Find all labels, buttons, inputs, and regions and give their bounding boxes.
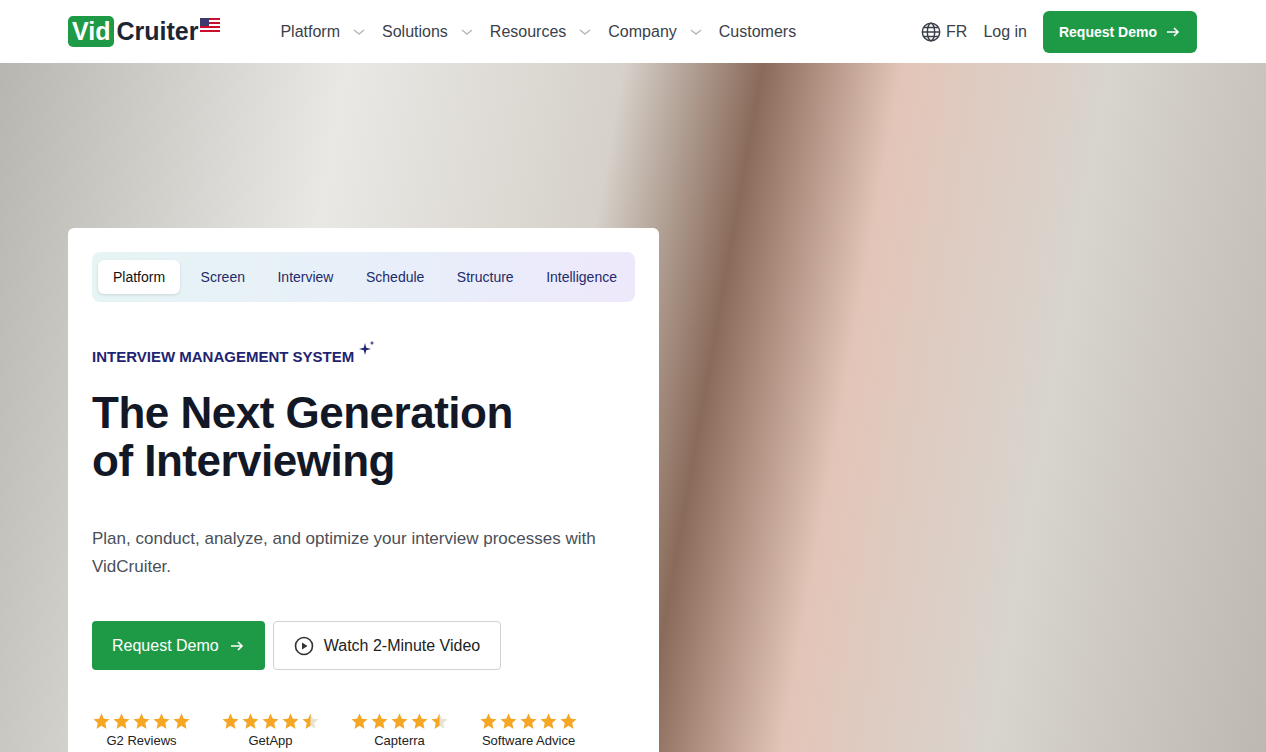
star-icon — [281, 712, 300, 731]
nav-label: Resources — [490, 23, 566, 41]
star-row — [221, 712, 320, 731]
eyebrow: INTERVIEW MANAGEMENT SYSTEM — [92, 340, 635, 365]
rating[interactable]: Software Advice — [479, 712, 578, 748]
star-icon — [519, 712, 538, 731]
logo-text: Cruiter — [116, 16, 198, 47]
us-flag-icon[interactable] — [200, 18, 220, 32]
tab[interactable]: Interview — [265, 260, 345, 294]
sparkle-icon — [358, 340, 376, 358]
nav-label: Customers — [719, 23, 796, 41]
star-icon — [370, 712, 389, 731]
rating[interactable]: G2 Reviews — [92, 712, 191, 748]
star-row — [350, 712, 449, 731]
star-icon — [132, 712, 151, 731]
star-icon — [410, 712, 429, 731]
star-icon — [539, 712, 558, 731]
nav-label: Solutions — [382, 23, 448, 41]
star-icon — [301, 712, 320, 731]
nav-label: Platform — [280, 23, 340, 41]
star-icon — [172, 712, 191, 731]
rating-source: Software Advice — [482, 733, 575, 748]
rating-source: G2 Reviews — [106, 733, 176, 748]
nav-item[interactable]: Customers — [719, 19, 796, 45]
star-icon — [350, 712, 369, 731]
logo-highlight: Vid — [68, 16, 114, 47]
rating-source: GetApp — [248, 733, 292, 748]
star-row — [92, 712, 191, 731]
star-icon — [92, 712, 111, 731]
login-link[interactable]: Log in — [983, 23, 1027, 41]
main-nav: Platform Solutions Resources Company Custome… — [280, 19, 796, 45]
hero-buttons: Request DemoWatch 2-Minute Video — [92, 621, 635, 670]
star-icon — [112, 712, 131, 731]
hero-subtitle: Plan, conduct, analyze, and optimize you… — [92, 525, 634, 581]
watch-video-button[interactable]: Watch 2-Minute Video — [273, 621, 502, 670]
chevron-down-icon — [352, 25, 366, 39]
star-icon — [152, 712, 171, 731]
nav-item[interactable]: Solutions — [382, 19, 474, 45]
tab-bar: Platform ScreenInterview Schedule Structure… — [92, 252, 635, 302]
chevron-down-icon — [689, 25, 703, 39]
nav-item[interactable]: Company — [608, 19, 702, 45]
tab[interactable]: Intelligence — [534, 260, 629, 294]
star-icon — [390, 712, 409, 731]
star-icon — [261, 712, 280, 731]
rating-source: Capterra — [374, 733, 425, 748]
star-row — [479, 712, 578, 731]
header-actions: FR Log in Request Demo — [920, 11, 1197, 53]
star-icon — [479, 712, 498, 731]
star-icon — [241, 712, 260, 731]
language-switch[interactable]: FR — [920, 21, 967, 43]
tab[interactable]: Platform — [98, 260, 180, 294]
nav-item[interactable]: Platform — [280, 19, 366, 45]
tab[interactable]: Screen — [189, 260, 257, 294]
nav-item[interactable]: Resources — [490, 19, 592, 45]
star-icon — [430, 712, 449, 731]
language-label: FR — [946, 23, 967, 41]
hero-photo: Platform ScreenInterview Schedule Structure… — [0, 63, 1266, 752]
rating[interactable]: GetApp — [221, 712, 320, 748]
request-demo-button[interactable]: Request Demo — [1043, 11, 1197, 53]
nav-label: Company — [608, 23, 676, 41]
tab[interactable]: Structure — [445, 260, 526, 294]
play-icon — [294, 636, 314, 656]
site-header: VidCruiter Platform Solutions Resources Comp… — [0, 0, 1266, 63]
star-icon — [559, 712, 578, 731]
rating[interactable]: Capterra — [350, 712, 449, 748]
logo[interactable]: VidCruiter — [68, 16, 220, 47]
star-icon — [499, 712, 518, 731]
chevron-down-icon — [578, 25, 592, 39]
ratings: G2 Reviews GetApp Capterra Software Advice — [92, 712, 635, 748]
request-demo-button[interactable]: Request Demo — [92, 621, 265, 670]
tab[interactable]: Schedule — [354, 260, 436, 294]
arrow-right-icon — [1165, 24, 1181, 40]
arrow-right-icon — [229, 638, 245, 654]
globe-icon — [920, 21, 942, 43]
star-icon — [221, 712, 240, 731]
hero-card: Platform ScreenInterview Schedule Structure… — [68, 228, 659, 752]
page: VidCruiter Platform Solutions Resources Comp… — [0, 0, 1266, 752]
hero-title: The Next Generation of Interviewing — [92, 389, 552, 485]
chevron-down-icon — [460, 25, 474, 39]
